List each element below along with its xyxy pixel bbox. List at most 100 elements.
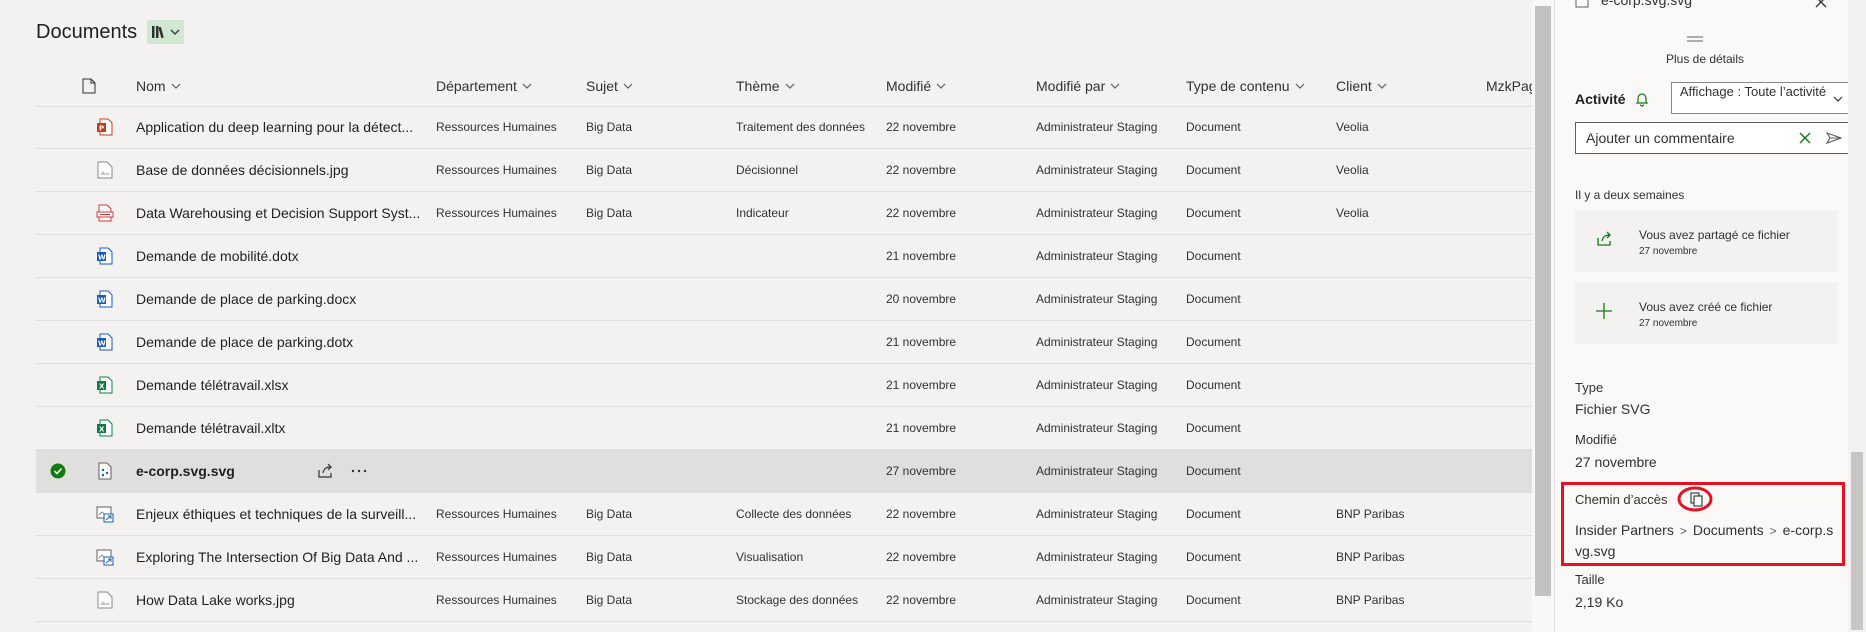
type-value: Fichier SVG	[1575, 401, 1651, 417]
cell-nom[interactable]: Demande télétravail.xlsx	[136, 364, 426, 406]
word-file-icon: W	[96, 333, 114, 351]
cell-departement	[436, 235, 581, 277]
comment-input[interactable]	[1584, 129, 1788, 147]
cell-nom[interactable]: Enjeux éthiques et techniques de la surv…	[136, 493, 426, 535]
table-row[interactable]: e-corp.svg.svg 27 novembre Administrateur …	[36, 450, 1532, 493]
cell-theme: Indicateur	[736, 206, 789, 220]
activity-card-shared[interactable]: Vous avez partagé ce fichier 27 novembre	[1575, 210, 1837, 272]
panel-scrollbar-thumb[interactable]	[1851, 452, 1863, 630]
cell-client: BNP Paribas	[1336, 507, 1405, 521]
column-header-sujet[interactable]: Sujet	[586, 66, 634, 106]
cell-client	[1336, 235, 1481, 277]
library-switcher-button[interactable]	[147, 20, 185, 44]
cell-departement: Ressources Humaines	[436, 507, 557, 521]
cell-client	[1336, 450, 1481, 492]
table-row[interactable]: W Demande de mobilité.dotx 21 novembre Admi…	[36, 235, 1532, 278]
drag-handle-icon[interactable]	[1685, 36, 1705, 42]
cell-modifie: 21 novembre	[886, 249, 957, 263]
cell-nom[interactable]: Data Warehousing et Decision Support Sys…	[136, 192, 426, 234]
document-library: Documents Nom Département Sujet Thème Mo…	[0, 0, 1532, 632]
activity-text: Vous avez partagé ce fichier	[1639, 228, 1790, 242]
cell-client: Veolia	[1336, 206, 1369, 220]
column-header-modifie-par[interactable]: Modifié par	[1036, 66, 1121, 106]
table-row[interactable]: W Demande de place de parking.docx 20 nove…	[36, 278, 1532, 321]
list-scrollbar-thumb[interactable]	[1535, 6, 1551, 596]
cell-nom[interactable]: Application du deep learning pour la dét…	[136, 106, 426, 148]
table-row[interactable]: P Application du deep learning pour la dé…	[36, 106, 1532, 149]
size-value: 2,19 Ko	[1575, 594, 1624, 610]
activity-filter-dropdown[interactable]: Affichage : Toute l’activité	[1671, 82, 1851, 114]
cell-theme	[736, 321, 881, 363]
column-header-label: Modifié par	[1036, 78, 1106, 94]
link-file-icon	[96, 548, 114, 566]
chevron-down-icon	[1833, 96, 1843, 102]
cell-sujet: Big Data	[586, 120, 633, 134]
cell-modifie-par: Administrateur Staging	[1036, 464, 1158, 478]
column-header-mzkpag[interactable]: MzkPag	[1486, 66, 1532, 106]
cell-nom[interactable]: Demande de place de parking.docx	[136, 278, 426, 320]
activity-date: 27 novembre	[1639, 246, 1698, 257]
table-row[interactable]: How Data Lake works.jpg Ressources Humain…	[36, 579, 1532, 622]
file-type-column-header[interactable]	[82, 66, 96, 106]
image-file-icon	[96, 161, 114, 179]
cell-nom[interactable]: Exploring The Intersection Of Big Data A…	[136, 536, 426, 578]
path-segment[interactable]: Insider Partners	[1575, 522, 1674, 538]
svg-text:W: W	[98, 297, 106, 305]
send-icon[interactable]	[1826, 130, 1842, 146]
chevron-down-icon	[785, 83, 795, 89]
cell-type: Document	[1186, 163, 1241, 177]
table-row[interactable]: X Demande télétravail.xltx 21 novembre Admi…	[36, 407, 1532, 450]
path-segment[interactable]: Documents	[1693, 522, 1764, 538]
column-header-departement[interactable]: Département	[436, 66, 533, 106]
cell-type: Document	[1186, 550, 1241, 564]
cell-departement	[436, 321, 581, 363]
plus-icon	[1596, 303, 1612, 319]
copy-path-icon[interactable]	[1677, 486, 1713, 512]
activity-header: Activité Affichage : Toute l’activité	[1575, 82, 1851, 116]
clear-icon[interactable]	[1798, 131, 1812, 145]
cell-nom[interactable]: Base de données décisionnels.jpg	[136, 149, 426, 191]
cell-type: Document	[1186, 507, 1241, 521]
cell-modifie: 22 novembre	[886, 550, 957, 564]
close-icon[interactable]	[1813, 0, 1829, 10]
column-header-modifie[interactable]: Modifié	[886, 66, 947, 106]
check-circle-icon[interactable]	[50, 463, 66, 479]
column-header-row: Nom Département Sujet Thème Modifié Modi…	[36, 66, 1532, 107]
cell-modifie-par: Administrateur Staging	[1036, 292, 1158, 306]
column-header-client[interactable]: Client	[1336, 66, 1388, 106]
activity-card-created[interactable]: Vous avez créé ce fichier 27 novembre	[1575, 282, 1837, 344]
share-icon[interactable]	[316, 462, 334, 480]
cell-nom[interactable]: Demande de place de parking.dotx	[136, 321, 426, 363]
path-breadcrumb: Insider Partners > Documents > e-corp.svg.sv…	[1575, 520, 1839, 561]
chevron-down-icon	[1377, 83, 1387, 89]
bell-icon[interactable]	[1634, 91, 1650, 107]
svg-text:P: P	[99, 125, 104, 133]
table-row[interactable]: Base de données décisionnels.jpg Ressourc…	[36, 149, 1532, 192]
column-header-type-contenu[interactable]: Type de contenu	[1186, 66, 1306, 106]
cell-nom[interactable]: e-corp.svg.svg	[136, 450, 306, 492]
cell-modifie: 27 novembre	[886, 464, 957, 478]
column-header-nom[interactable]: Nom	[136, 66, 182, 106]
cell-theme	[736, 364, 881, 406]
cell-nom[interactable]: Demande télétravail.xltx	[136, 407, 426, 449]
table-row[interactable]: Enjeux éthiques et techniques de la surv…	[36, 493, 1532, 536]
cell-sujet: Big Data	[586, 206, 633, 220]
more-options-icon[interactable]	[350, 462, 368, 480]
cell-departement: Ressources Humaines	[436, 120, 557, 134]
cell-client	[1336, 364, 1481, 406]
cell-sujet: Big Data	[586, 593, 633, 607]
table-row[interactable]: Data Warehousing et Decision Support Sys…	[36, 192, 1532, 235]
table-row[interactable]: X Demande télétravail.xlsx 21 novembre Admi…	[36, 364, 1532, 407]
document-icon	[82, 78, 96, 94]
table-row[interactable]: W Demande de place de parking.dotx 21 nove…	[36, 321, 1532, 364]
cell-client: Veolia	[1336, 163, 1369, 177]
cell-nom[interactable]: How Data Lake works.jpg	[136, 579, 426, 621]
path-label: Chemin d’accès	[1575, 492, 1668, 507]
column-header-theme[interactable]: Thème	[736, 66, 796, 106]
column-header-label: Type de contenu	[1186, 78, 1290, 94]
cell-nom[interactable]: Demande de mobilité.dotx	[136, 235, 426, 277]
svgfile-file-icon	[96, 462, 114, 480]
table-row[interactable]: Exploring The Intersection Of Big Data A…	[36, 536, 1532, 579]
cell-sujet: Big Data	[586, 550, 633, 564]
more-details-link[interactable]: Plus de détails	[1555, 52, 1855, 66]
